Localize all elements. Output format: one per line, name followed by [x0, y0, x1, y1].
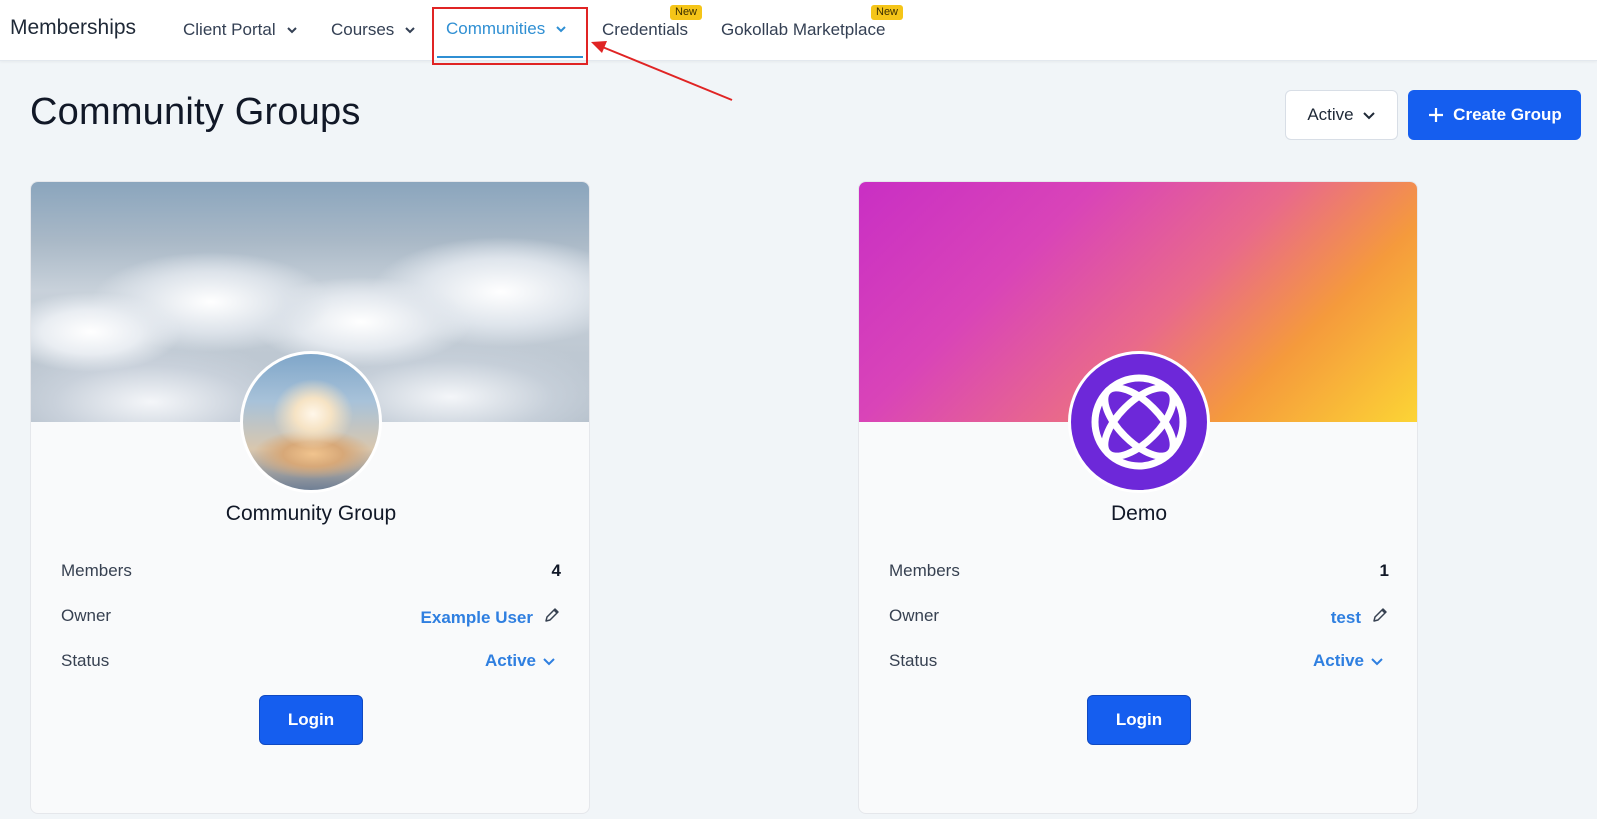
nav-client-portal-label: Client Portal	[183, 20, 276, 39]
status-dropdown[interactable]: Active	[1313, 651, 1384, 671]
chevron-down-icon	[286, 27, 297, 34]
nav-communities[interactable]: Communities	[446, 19, 567, 39]
nav-communities-label: Communities	[446, 19, 546, 38]
group-title: Demo	[1110, 502, 1168, 525]
members-label: Members	[61, 561, 132, 580]
page-title: Community Groups	[30, 91, 361, 133]
annotation-arrow-icon	[591, 41, 733, 101]
nav-client-portal[interactable]: Client Portal	[183, 20, 298, 40]
nav-courses-label: Courses	[331, 20, 395, 39]
login-button[interactable]: Login	[1087, 695, 1191, 745]
members-count: 1	[1379, 561, 1389, 580]
status-filter-dropdown[interactable]: Active	[1285, 90, 1398, 140]
owner-link[interactable]: test	[1331, 608, 1361, 628]
plus-icon	[1429, 108, 1444, 122]
group-title: Community Group	[225, 502, 397, 525]
status-dropdown[interactable]: Active	[485, 651, 556, 671]
group-card: Demo Members 1 Owner test Status Active …	[858, 181, 1418, 814]
brand-title: Memberships	[10, 16, 137, 39]
status-value: Active	[484, 651, 536, 670]
orbit-logo-icon	[1091, 374, 1187, 470]
nav-courses[interactable]: Courses	[331, 20, 416, 40]
active-tab-indicator	[437, 56, 583, 58]
status-filter-label: Active	[1307, 105, 1354, 124]
group-avatar	[240, 351, 382, 493]
owner-label: Owner	[889, 606, 940, 625]
owner-label: Owner	[61, 606, 112, 625]
chevron-down-icon	[543, 658, 555, 666]
members-label: Members	[889, 561, 960, 580]
nav-marketplace-label: Gokollab Marketplace	[721, 20, 886, 39]
members-count: 4	[551, 561, 561, 580]
chevron-down-icon	[1371, 658, 1383, 666]
new-badge: New	[871, 5, 904, 20]
group-avatar	[1068, 351, 1210, 493]
chevron-down-icon	[405, 27, 416, 34]
login-button[interactable]: Login	[259, 695, 363, 745]
status-value: Active	[1312, 651, 1364, 670]
chevron-down-icon	[1362, 112, 1375, 120]
status-label: Status	[889, 651, 938, 670]
chevron-down-icon	[556, 26, 566, 33]
top-navigation: Memberships Client Portal Courses Commun…	[0, 0, 1597, 61]
create-group-button[interactable]: Create Group	[1408, 90, 1581, 140]
group-card: Community Group Members 4 Owner Example …	[30, 181, 590, 814]
owner-link[interactable]: Example User	[421, 608, 533, 628]
nav-gokollab-marketplace[interactable]: Gokollab Marketplace	[721, 20, 885, 40]
edit-pencil-icon[interactable]	[1371, 606, 1389, 629]
create-group-label: Create Group	[1453, 105, 1562, 124]
new-badge: New	[670, 5, 703, 20]
status-label: Status	[61, 651, 110, 670]
edit-pencil-icon[interactable]	[543, 606, 561, 629]
